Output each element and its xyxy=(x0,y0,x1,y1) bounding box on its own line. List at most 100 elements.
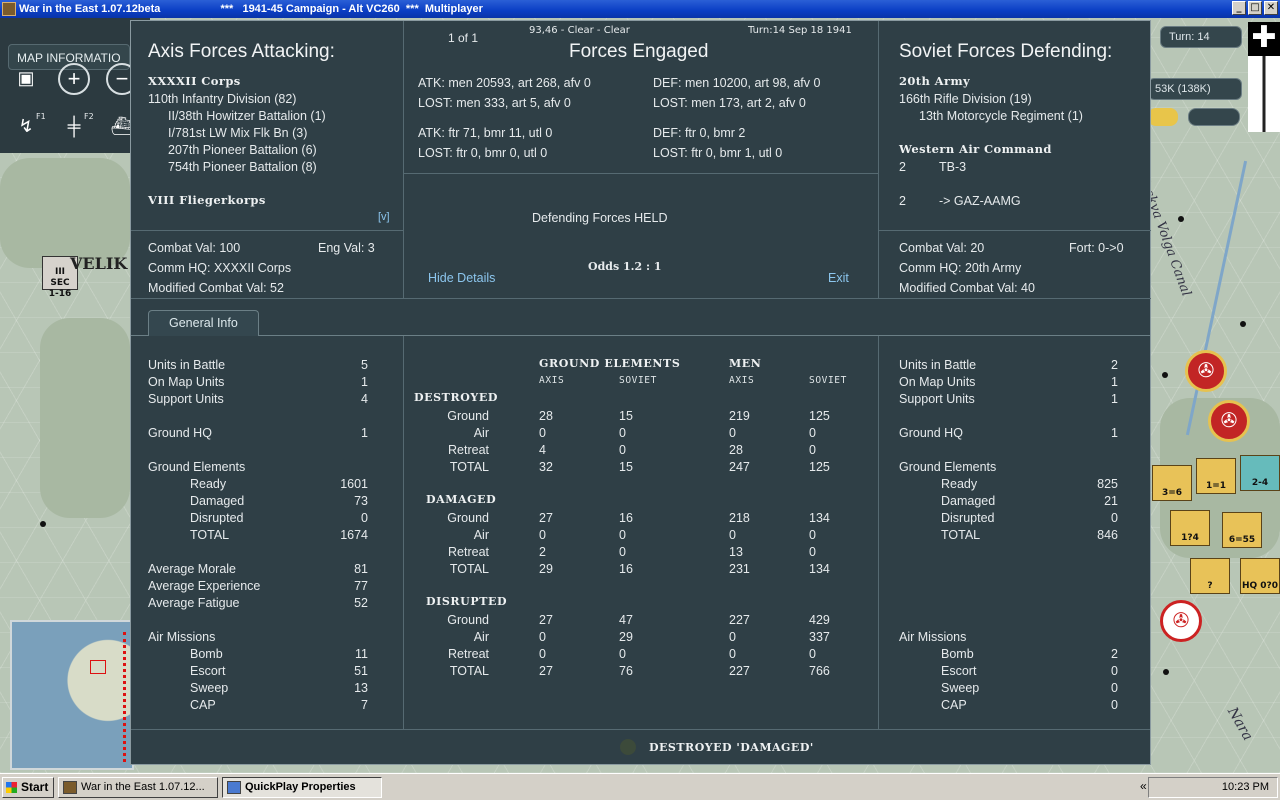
forest-area xyxy=(40,318,130,518)
loss-men-axis: 227 xyxy=(729,664,750,678)
minimap-viewport[interactable] xyxy=(90,660,106,674)
map-toolbar: MAP INFORMATIO ▣ + − ↯ F1 ╪ F2 ⛴ xyxy=(0,18,150,153)
loss-ge-axis: 27 xyxy=(539,613,553,627)
exit-button[interactable]: Exit xyxy=(828,271,849,285)
hide-details-button[interactable]: Hide Details xyxy=(428,271,495,285)
close-button[interactable]: ✕ xyxy=(1264,1,1278,15)
city-dot xyxy=(1162,372,1168,378)
pagination[interactable]: 1 of 1 xyxy=(448,31,478,45)
attacker-unit[interactable]: II/38th Howitzer Battalion (1) xyxy=(168,109,326,123)
battle-odds: Odds 1.2 : 1 xyxy=(588,260,662,273)
air-unit-count: 2 xyxy=(899,194,906,208)
window-titlebar[interactable]: War in the East 1.07.12beta *** 1941-45 … xyxy=(0,0,1280,18)
unit-type: SEC xyxy=(50,278,70,288)
loss-men-axis: 247 xyxy=(729,460,750,474)
attacker-combat-val: Combat Val: 100 xyxy=(148,241,241,255)
loss-men-soviet: 0 xyxy=(809,528,816,542)
stat-section-label: Air Missions xyxy=(148,630,216,644)
iron-cross-icon: ✚ xyxy=(1248,22,1280,56)
scroll-down-toggle[interactable]: [v] xyxy=(378,211,390,223)
unit-counter[interactable]: HQ 0?0 xyxy=(1240,558,1280,594)
loss-men-soviet: 125 xyxy=(809,409,830,423)
stat-value: 2 xyxy=(1111,647,1118,661)
stat-label: Ready xyxy=(941,477,978,491)
stat-label: Average Fatigue xyxy=(148,596,240,610)
tab-general-info[interactable]: General Info xyxy=(148,310,259,336)
soviet-unit-icon[interactable]: ✇ xyxy=(1208,400,1250,442)
loss-ge-soviet: 0 xyxy=(619,647,626,661)
attacker-unit[interactable]: I/781st LW Mix Flk Bn (3) xyxy=(168,126,307,140)
loss-men-soviet: 134 xyxy=(809,511,830,525)
loss-section-title: DISRUPTED xyxy=(426,595,508,608)
defender-army: 20th Army xyxy=(899,74,971,88)
stat-label: Disrupted xyxy=(941,511,995,525)
loss-men-soviet: 0 xyxy=(809,545,816,559)
minimap[interactable] xyxy=(10,620,134,770)
tray-expand-icon[interactable]: « xyxy=(1140,779,1147,793)
loss-men-soviet: 0 xyxy=(809,443,816,457)
taskbar-item[interactable]: War in the East 1.07.12... xyxy=(58,777,218,798)
attacker-eng-val: Eng Val: 3 xyxy=(318,241,375,255)
stat-value: 1 xyxy=(361,426,368,440)
footer-divider xyxy=(131,729,1150,730)
atk-air-summary: ATK: ftr 71, bmr 11, utl 0 xyxy=(418,126,553,140)
defender-unit[interactable]: 166th Rifle Division (19) xyxy=(899,92,1032,106)
soviet-airbase-icon[interactable]: ✇ xyxy=(1160,600,1202,642)
loss-section-title: DAMAGED xyxy=(426,493,497,506)
maximize-button[interactable]: □ xyxy=(1248,1,1262,15)
stat-value: 0 xyxy=(361,511,368,525)
attacker-unit[interactable]: 207th Pioneer Battalion (6) xyxy=(168,143,317,157)
air-unit-name[interactable]: -> GAZ-AAMG xyxy=(939,194,1021,208)
attacker-air-corps: VIII Fliegerkorps xyxy=(148,193,266,207)
properties-icon xyxy=(227,781,241,794)
stat-label: CAP xyxy=(190,698,216,712)
city-dot xyxy=(40,521,46,527)
stat-label: Units in Battle xyxy=(148,358,226,372)
ground-elements-header: GROUND ELEMENTS xyxy=(539,357,681,370)
stat-label: Damaged xyxy=(190,494,245,508)
stat-value: 21 xyxy=(1104,494,1118,508)
unit-counter[interactable]: 1?4 xyxy=(1170,510,1210,546)
stat-value: 0 xyxy=(1111,698,1118,712)
loss-men-axis: 13 xyxy=(729,545,743,559)
unit-counter[interactable]: 3=6 xyxy=(1152,465,1192,501)
unit-counter[interactable]: 6=55 xyxy=(1222,512,1262,548)
zoom-in-icon[interactable]: + xyxy=(58,63,90,95)
loss-ge-axis: 27 xyxy=(539,664,553,678)
air-unit-name[interactable]: TB-3 xyxy=(939,160,966,174)
stat-label: CAP xyxy=(941,698,967,712)
minimize-button[interactable]: _ xyxy=(1232,1,1246,15)
start-button[interactable]: Start xyxy=(2,777,54,798)
soviet-unit-icon[interactable]: ✇ xyxy=(1185,350,1227,392)
attacker-unit[interactable]: 754th Pioneer Battalion (8) xyxy=(168,160,317,174)
stat-value: 11 xyxy=(355,647,368,661)
stat-value: 1 xyxy=(1111,426,1118,440)
loss-men-axis: 231 xyxy=(729,562,750,576)
loss-men-soviet: 429 xyxy=(809,613,830,627)
stat-value: 81 xyxy=(354,562,368,576)
unit-counter[interactable]: 2-4 xyxy=(1240,455,1280,491)
defender-air-command: Western Air Command xyxy=(899,142,1052,156)
loss-ge-axis: 27 xyxy=(539,511,553,525)
stat-label: On Map Units xyxy=(899,375,976,389)
battle-result: Defending Forces HELD xyxy=(532,211,668,225)
hex-location: 93,46 - Clear - Clear xyxy=(529,25,630,36)
unit-counter[interactable]: 1=1 xyxy=(1196,458,1236,494)
stat-value: 0 xyxy=(1111,664,1118,678)
stat-label: Damaged xyxy=(941,494,996,508)
loss-ge-soviet: 29 xyxy=(619,630,633,644)
soviet-subheader: SOVIET xyxy=(619,375,657,386)
unit-counter[interactable]: ? xyxy=(1190,558,1230,594)
window-title: War in the East 1.07.12beta xyxy=(19,3,161,15)
defender-combat-val: Combat Val: 20 xyxy=(899,241,985,255)
windows-icon[interactable]: ▣ xyxy=(10,63,42,95)
stat-value: 51 xyxy=(354,664,368,678)
attacker-unit[interactable]: 110th Infantry Division (82) xyxy=(148,92,296,106)
stat-label: Ground HQ xyxy=(899,426,963,440)
loss-ge-axis: 29 xyxy=(539,562,553,576)
supply-indicator: 53K (138K) xyxy=(1148,78,1242,100)
defender-unit[interactable]: 13th Motorcycle Regiment (1) xyxy=(919,109,1083,123)
loss-men-axis: 0 xyxy=(729,647,736,661)
taskbar-item-active[interactable]: QuickPlay Properties xyxy=(222,777,382,798)
taskbar-item-label: QuickPlay Properties xyxy=(245,781,356,793)
